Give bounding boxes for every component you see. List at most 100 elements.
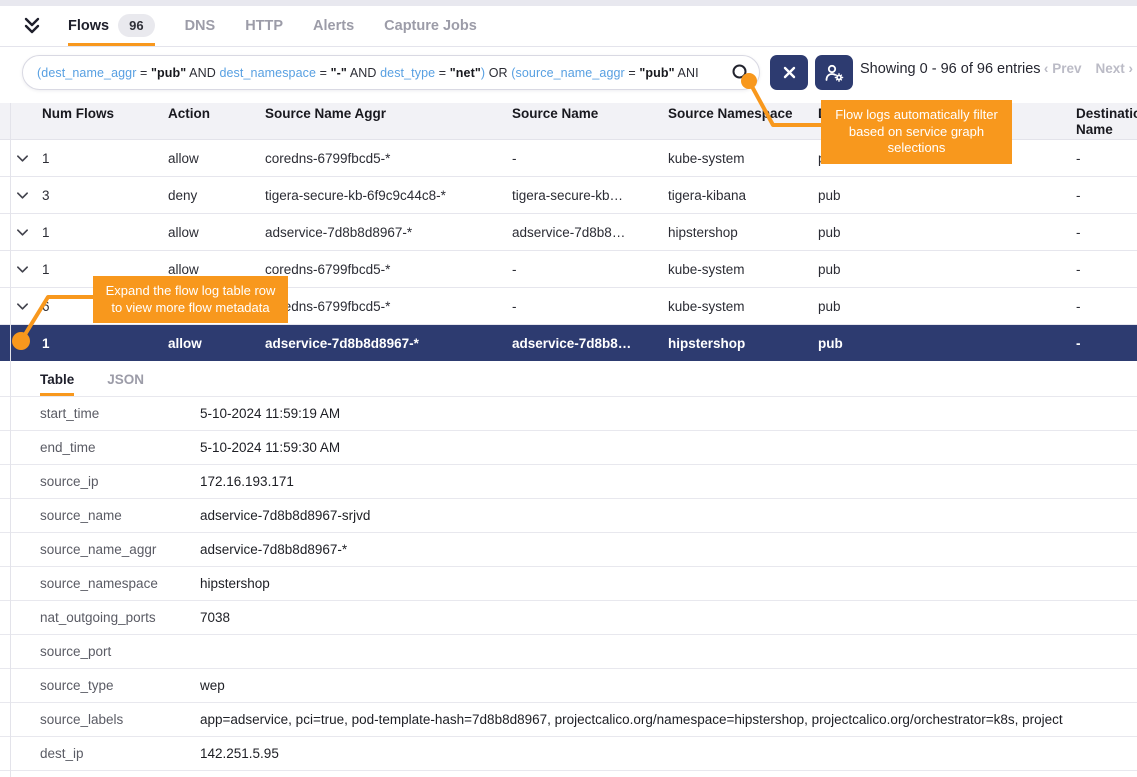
query-token: = (435, 66, 450, 80)
query-token: = (316, 66, 331, 80)
tab-capture-jobs-label: Capture Jobs (384, 18, 477, 34)
tab-http[interactable]: HTTP (245, 6, 283, 46)
prev-page-button[interactable]: ‹ Prev (1044, 61, 1082, 76)
column-header-num-flows[interactable]: Num Flows (42, 103, 168, 122)
column-header-action[interactable]: Action (168, 103, 265, 122)
cell-num: 1 (42, 262, 168, 277)
detail-key: source_name_aggr (0, 542, 200, 557)
tab-flows[interactable]: Flows 96 (68, 6, 155, 46)
clear-filter-button[interactable] (770, 55, 808, 90)
flow-detail-tabs: Table JSON (0, 361, 1137, 397)
detail-key: source_port (0, 644, 200, 659)
row-expander[interactable] (0, 263, 42, 276)
detail-tab-table-label: Table (40, 372, 74, 387)
cell-source-namespace: kube-system (668, 299, 818, 314)
column-header-label: Num Flows (42, 106, 160, 122)
detail-key: source_type (0, 678, 200, 693)
column-header-source-name-aggr[interactable]: Source Name Aggr (265, 103, 512, 122)
flow-logs-panel: Flows 96 DNS HTTP Alerts Capture Jobs (d… (0, 0, 1137, 777)
prev-arrow-icon: ‹ (1044, 61, 1049, 76)
detail-row: source_namespacehipstershop (0, 567, 1137, 601)
row-expander[interactable] (0, 300, 42, 313)
detail-tab-table[interactable]: Table (40, 361, 74, 396)
detail-value: app=adservice, pci=true, pod-template-ha… (200, 712, 1137, 727)
detail-row: source_nameadservice-7d8b8d8967-srjvd (0, 499, 1137, 533)
column-header-source-name[interactable]: Source Name (512, 103, 668, 122)
table-row[interactable]: 3denytigera-secure-kb-6f9c9c44c8-*tigera… (0, 177, 1137, 214)
chevron-down-icon (16, 152, 29, 165)
detail-row: start_time5-10-2024 11:59:19 AM (0, 397, 1137, 431)
cell-source-name: tigera-secure-kb… (512, 188, 668, 203)
query-text: (dest_name_aggr = "pub" AND dest_namespa… (23, 66, 759, 80)
cell-action: allow (168, 336, 265, 351)
detail-row: source_port (0, 635, 1137, 669)
column-header-label: Source Name Aggr (265, 106, 386, 121)
row-expander[interactable] (0, 226, 42, 239)
cell-destination-name: - (1076, 336, 1137, 351)
close-icon (783, 66, 796, 79)
cell-destination-name: - (1076, 299, 1137, 314)
pagination: ‹ Prev Next › (1044, 61, 1133, 76)
cell-dest-name-aggr: pub (818, 188, 1076, 203)
row-expander[interactable] (0, 189, 42, 202)
query-token: "-" (331, 66, 347, 80)
cell-action: deny (168, 188, 265, 203)
cell-source-name: adservice-7d8b8… (512, 225, 668, 240)
tab-alerts[interactable]: Alerts (313, 6, 354, 46)
row-expander[interactable] (0, 337, 42, 350)
chevron-down-icon (16, 226, 29, 239)
detail-key: source_ip (0, 474, 200, 489)
chevron-down-icon (16, 189, 29, 202)
query-token: AND (186, 66, 219, 80)
detail-value: 5-10-2024 11:59:19 AM (200, 406, 1137, 421)
cell-destination-name: - (1076, 188, 1137, 203)
detail-key: source_labels (0, 712, 200, 727)
cell-source-name-aggr: coredns-6799fbcd5-* (265, 151, 512, 166)
filter-query-input[interactable]: (dest_name_aggr = "pub" AND dest_namespa… (22, 55, 760, 90)
column-header-destination-name[interactable]: Destination Name (1076, 103, 1137, 138)
cell-source-name-aggr: tigera-secure-kb-6f9c9c44c8-* (265, 188, 512, 203)
table-row[interactable]: 1allowadservice-7d8b8d8967-*adservice-7d… (0, 325, 1137, 361)
tab-capture-jobs[interactable]: Capture Jobs (384, 6, 477, 46)
cell-destination-name: - (1076, 262, 1137, 277)
flows-count-badge: 96 (118, 14, 154, 37)
filter-row: (dest_name_aggr = "pub" AND dest_namespa… (0, 47, 1137, 103)
cell-source-name-aggr: adservice-7d8b8d8967-* (265, 336, 512, 351)
column-header-label: Source Name (512, 106, 598, 121)
flow-rows: 1allowcoredns-6799fbcd5-*-kube-systempub… (0, 140, 1137, 361)
detail-key: source_name (0, 508, 200, 523)
cell-action: allow (168, 225, 265, 240)
column-header-source-namespace[interactable]: Source Namespace (668, 103, 818, 122)
detail-tab-json[interactable]: JSON (107, 361, 144, 396)
user-settings-button[interactable] (815, 55, 853, 90)
cell-source-namespace: hipstershop (668, 336, 818, 351)
detail-row: source_ip172.16.193.171 (0, 465, 1137, 499)
tab-flows-label: Flows (68, 18, 109, 34)
detail-key: source_namespace (0, 576, 200, 591)
cell-source-name: - (512, 299, 668, 314)
tab-dns[interactable]: DNS (185, 6, 216, 46)
cell-source-name: - (512, 262, 668, 277)
next-page-button[interactable]: Next › (1095, 61, 1133, 76)
query-token: dest_name_aggr (41, 66, 136, 80)
showing-entries-text: Showing 0 - 96 of 96 entries (860, 61, 1041, 77)
column-header-label: Source Namespace (668, 106, 810, 122)
query-token: source_name_aggr (516, 66, 625, 80)
table-row[interactable]: 1allowadservice-7d8b8d8967-*adservice-7d… (0, 214, 1137, 251)
detail-key: dest_ip (0, 746, 200, 761)
query-token: OR (485, 66, 511, 80)
row-expander[interactable] (0, 152, 42, 165)
collapse-panel-button[interactable] (22, 6, 42, 46)
query-token: AND (347, 66, 380, 80)
search-icon[interactable] (730, 62, 752, 89)
cell-num: 1 (42, 225, 168, 240)
cell-dest-name-aggr: pub (818, 262, 1076, 277)
detail-value: 7038 (200, 610, 1137, 625)
detail-tab-json-label: JSON (107, 372, 144, 387)
query-token: dest_type (380, 66, 435, 80)
cell-num: 1 (42, 336, 168, 351)
cell-num: 3 (42, 188, 168, 203)
next-arrow-icon: › (1129, 61, 1134, 76)
detail-value: 172.16.193.171 (200, 474, 1137, 489)
detail-value: 5-10-2024 11:59:30 AM (200, 440, 1137, 455)
